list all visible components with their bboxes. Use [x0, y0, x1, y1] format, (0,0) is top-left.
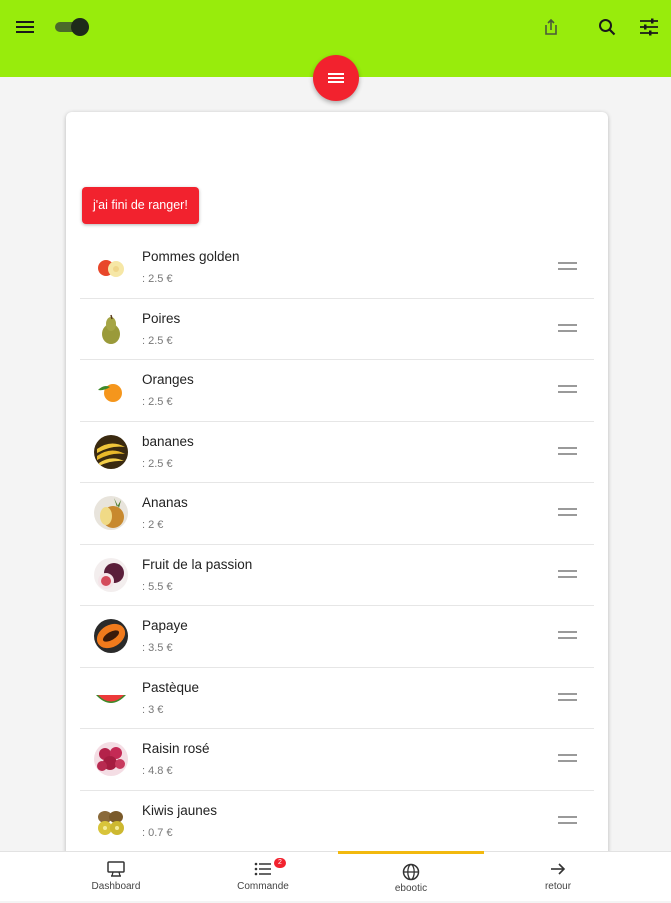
kiwi-icon — [94, 803, 128, 838]
product-name: bananes — [142, 433, 194, 449]
product-name: Pastèque — [142, 679, 200, 695]
nav-item-dashboard[interactable]: Dashboard — [43, 852, 189, 901]
product-price: : 2.5 € — [142, 273, 173, 285]
drag-handle-icon[interactable] — [558, 815, 577, 825]
nav-label: retour — [544, 881, 572, 892]
bottom-navigation: Dashboard 2 Commande ebootic retour — [0, 851, 671, 901]
list-item[interactable]: Poires : 2.5 € — [80, 299, 594, 360]
product-name: Oranges — [142, 372, 194, 387]
product-name: Fruit de la passion — [142, 556, 253, 572]
passion-fruit-icon — [94, 557, 128, 592]
banana-icon — [94, 434, 128, 469]
product-name: Poires — [142, 310, 181, 326]
list-icon — [328, 73, 344, 83]
nav-label: Commande — [237, 881, 289, 892]
product-price: : 3 € — [142, 703, 164, 716]
orange-icon — [94, 373, 128, 407]
list-item[interactable]: Pommes golden : 2.5 € — [80, 237, 594, 299]
product-list: Pommes golden : 2.5 € Poires : 2.5 € Ora… — [80, 237, 594, 852]
list-item[interactable]: Papaye : 3.5 € — [80, 606, 594, 668]
nav-item-retour[interactable]: retour — [485, 852, 631, 901]
product-price: : 4.8 € — [142, 765, 173, 777]
product-price: : 2.5 € — [142, 457, 173, 470]
pear-icon — [94, 311, 128, 346]
watermelon-icon — [94, 680, 128, 715]
done-sorting-button[interactable]: j'ai fini de ranger! — [82, 187, 199, 224]
arrow-right-icon — [485, 861, 631, 879]
product-list-card: j'ai fini de ranger! Pommes golden : 2.5… — [66, 112, 608, 872]
nav-item-ebootic[interactable]: ebootic — [338, 851, 484, 903]
product-name: Raisin rosé — [142, 741, 210, 756]
tune-icon[interactable] — [636, 14, 662, 40]
product-price: : 0.7 € — [142, 826, 173, 839]
apple-icon — [94, 250, 128, 284]
order-count-badge: 2 — [274, 858, 286, 868]
search-icon[interactable] — [594, 14, 620, 40]
product-name: Papaye — [142, 618, 188, 633]
order-list-icon — [190, 861, 336, 879]
product-name: Pommes golden — [142, 249, 240, 264]
drag-handle-icon[interactable] — [558, 754, 577, 763]
list-item[interactable]: Kiwis jaunes : 0.7 € — [80, 791, 594, 852]
drag-handle-icon[interactable] — [558, 446, 577, 456]
list-item[interactable]: Oranges : 2.5 € — [80, 360, 594, 422]
toggle-icon[interactable] — [55, 18, 89, 36]
drag-handle-icon[interactable] — [558, 631, 577, 640]
papaya-icon — [94, 619, 128, 653]
drag-handle-icon[interactable] — [558, 385, 577, 394]
drag-handle-icon[interactable] — [558, 262, 577, 271]
drag-handle-icon[interactable] — [558, 508, 577, 517]
list-item[interactable]: Ananas : 2 € — [80, 483, 594, 545]
hamburger-icon[interactable] — [12, 14, 38, 40]
nav-label: ebootic — [394, 883, 428, 894]
product-name: Kiwis jaunes — [142, 802, 218, 818]
drag-handle-icon[interactable] — [558, 692, 577, 702]
pineapple-icon — [94, 496, 128, 530]
product-price: : 2.5 € — [142, 396, 173, 408]
dashboard-icon — [43, 861, 189, 879]
drag-handle-icon[interactable] — [558, 323, 577, 333]
list-fab-button[interactable] — [313, 55, 359, 101]
drag-handle-icon[interactable] — [558, 569, 577, 579]
nav-item-commande[interactable]: 2 Commande — [190, 852, 336, 901]
product-name: Ananas — [142, 495, 188, 510]
globe-icon — [338, 863, 484, 881]
nav-label: Dashboard — [91, 881, 141, 892]
grapes-icon — [94, 742, 128, 776]
product-price: : 2.5 € — [142, 334, 173, 347]
list-item[interactable]: Pastèque : 3 € — [80, 668, 594, 729]
share-icon[interactable] — [538, 14, 564, 40]
list-item[interactable]: Fruit de la passion : 5.5 € — [80, 545, 594, 606]
product-price: : 3.5 € — [142, 642, 173, 654]
list-item[interactable]: bananes : 2.5 € — [80, 422, 594, 483]
product-price: : 5.5 € — [142, 580, 173, 593]
product-price: : 2 € — [142, 519, 164, 531]
list-item[interactable]: Raisin rosé : 4.8 € — [80, 729, 594, 791]
